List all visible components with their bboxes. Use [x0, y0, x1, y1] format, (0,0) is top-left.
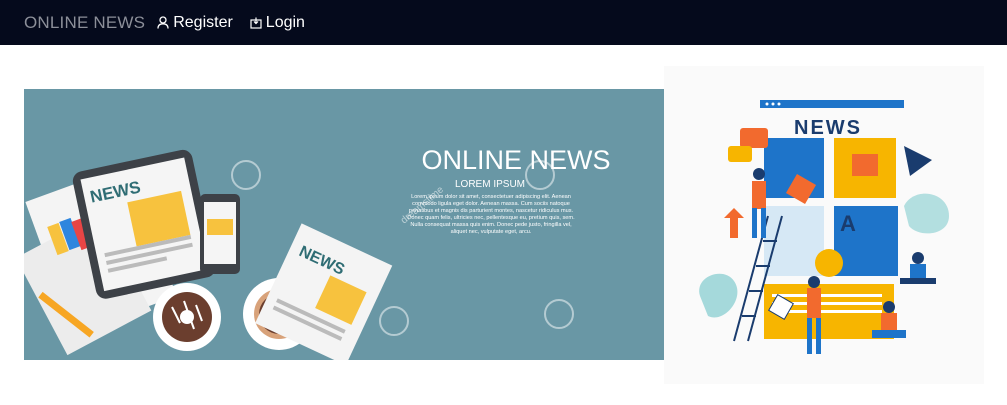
- body-line: penatibus et magnis dis parturient monte…: [409, 208, 574, 214]
- login-label: Login: [265, 13, 305, 31]
- register-label: Register: [173, 13, 233, 31]
- body-line: aliquet nec, vulputate eget, arcu.: [451, 229, 532, 235]
- chat-bubble-icon: [728, 146, 752, 162]
- lightbulb-icon: [815, 249, 843, 277]
- body-line: Lorem ipsum dolor sit amet, consectetuer…: [411, 194, 571, 200]
- login-link[interactable]: Login: [250, 14, 305, 32]
- banner-subheading: LOREM IPSUM: [455, 179, 525, 190]
- donut-icon: [153, 283, 221, 351]
- banner-illustration: NEWS NEWS dreamstime ONLINE NEWS LOREM I…: [24, 89, 664, 360]
- news-heading: NEWS: [794, 117, 862, 139]
- user-icon: [157, 16, 169, 29]
- letter-a-icon: A: [840, 211, 856, 236]
- register-link[interactable]: Register: [157, 14, 233, 32]
- browser-titlebar: [760, 100, 904, 108]
- banner-heading: ONLINE NEWS: [421, 145, 610, 175]
- body-line: Nulla consequat massa quis enim. Donec p…: [410, 222, 572, 228]
- news-illustration: NEWS A: [664, 66, 984, 384]
- news-website-illustration-image: NEWS A: [664, 66, 984, 384]
- brand-title[interactable]: ONLINE NEWS: [24, 13, 145, 33]
- body-line: commodo ligula eget dolor. Aenean massa.…: [412, 201, 570, 207]
- body-line: Donec quam felis, ultricies nec, pellent…: [407, 215, 575, 221]
- smartphone-icon: [200, 194, 240, 274]
- chat-bubble-icon: [740, 128, 768, 148]
- online-news-banner-image: NEWS NEWS dreamstime ONLINE NEWS LOREM I…: [24, 89, 664, 360]
- login-icon: [250, 17, 262, 29]
- top-navbar: ONLINE NEWS Register Login: [0, 0, 1007, 45]
